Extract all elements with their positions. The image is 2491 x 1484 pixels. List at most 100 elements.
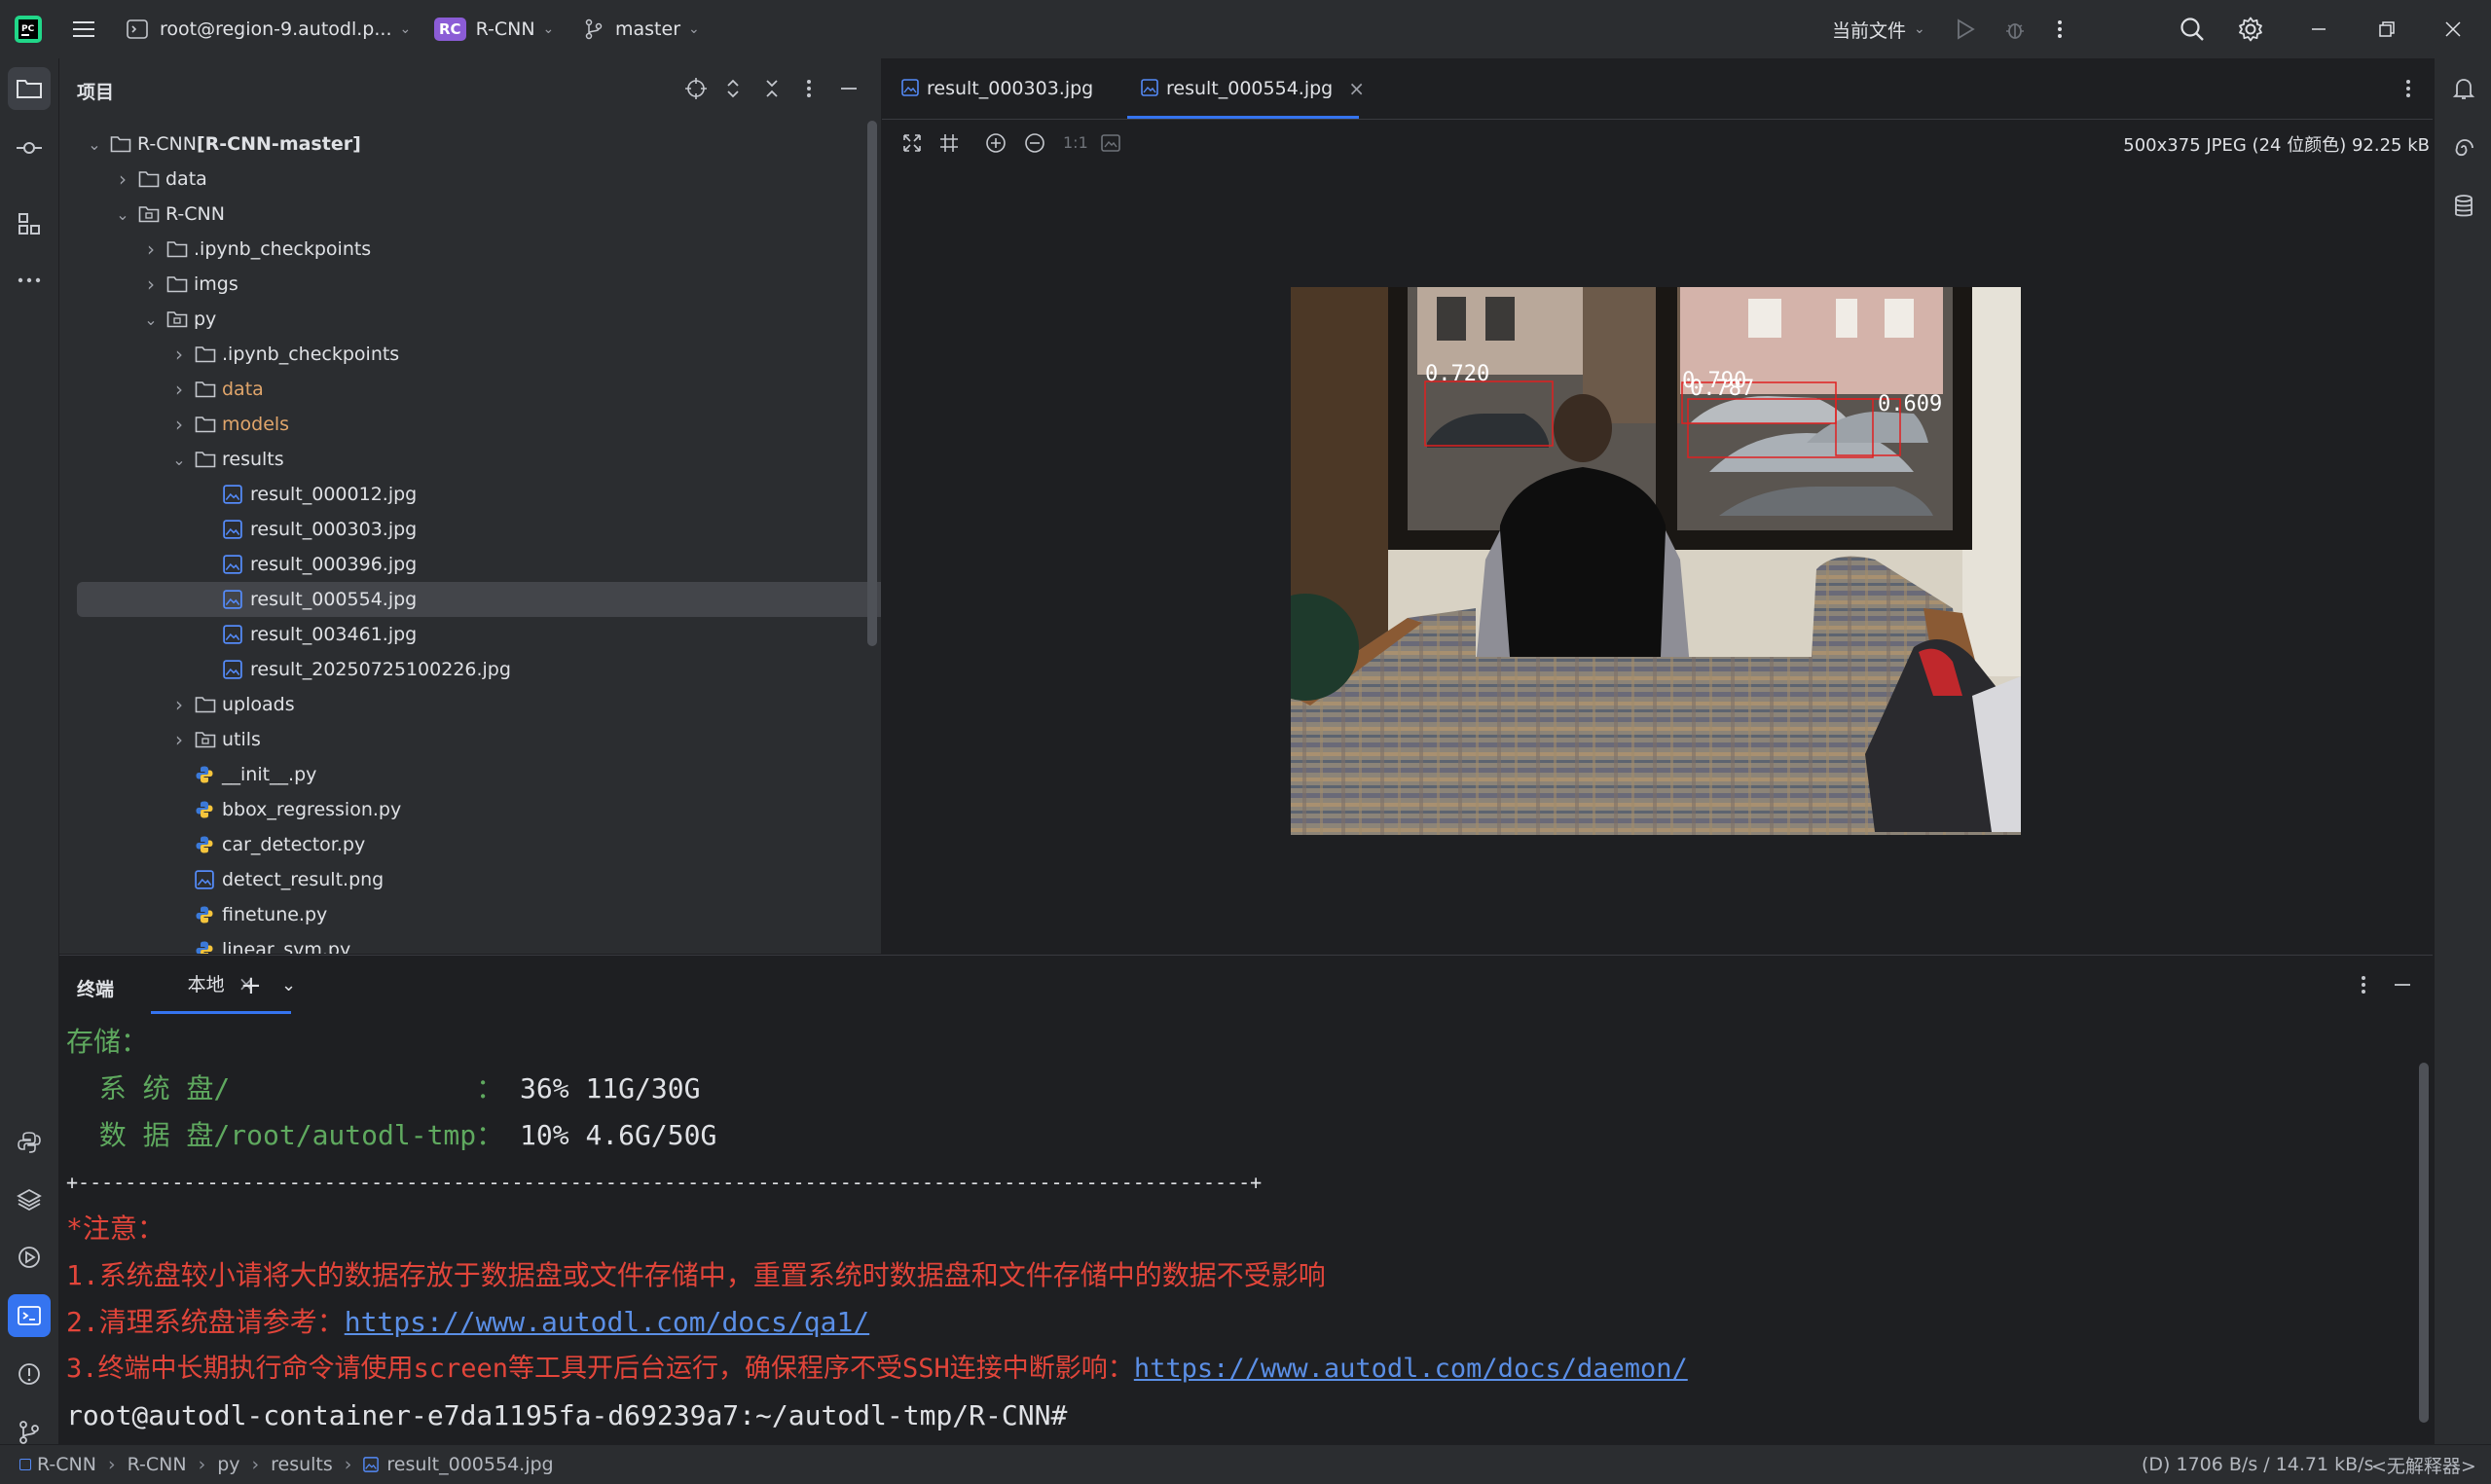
chevron-down-icon[interactable]: ⌄ — [141, 309, 161, 329]
tree-item[interactable]: linear_svm.py — [77, 932, 881, 954]
more-actions-icon[interactable] — [2056, 0, 2064, 58]
breadcrumb-item[interactable]: result_000554.jpg — [386, 1454, 553, 1475]
tree-item[interactable]: › .ipynb_checkpoints — [77, 232, 881, 267]
tree-item[interactable]: › data — [77, 162, 881, 197]
tree-item[interactable]: › uploads — [77, 687, 881, 722]
terminal-line: 存储： — [66, 1026, 149, 1058]
folder-icon — [110, 134, 131, 154]
tree-item[interactable]: ⌄ R-CNN [R-CNN-master] — [77, 127, 881, 162]
more-tools-icon[interactable] — [8, 259, 51, 302]
breadcrumb-item[interactable]: results — [271, 1454, 333, 1475]
tab-result-000303[interactable]: result_000303.jpg — [901, 58, 1113, 119]
database-icon[interactable] — [2442, 185, 2485, 228]
tab-close-icon[interactable]: × — [1348, 77, 1365, 100]
project-tree-scrollbar[interactable] — [867, 121, 877, 646]
project-tool-folder-icon[interactable] — [8, 67, 51, 110]
tab-result-000554[interactable]: result_000554.jpg × — [1127, 58, 1365, 119]
chevron-right-icon[interactable]: › — [169, 378, 189, 401]
python-console-icon[interactable] — [8, 1121, 51, 1164]
tree-item[interactable]: detect_result.png — [77, 862, 881, 897]
terminal-tool-icon[interactable] — [8, 1294, 51, 1337]
ai-assistant-spiral-icon[interactable] — [2442, 127, 2485, 169]
breadcrumb-item[interactable]: R-CNN — [37, 1454, 96, 1475]
background-toggle-icon[interactable] — [1100, 132, 1121, 154]
commit-tool-icon[interactable] — [8, 127, 51, 169]
breadcrumb-item[interactable]: py — [217, 1454, 239, 1475]
python-packages-layers-icon[interactable] — [8, 1178, 51, 1221]
new-terminal-plus-icon[interactable]: + — [240, 971, 262, 1000]
tree-item-label: data — [222, 379, 264, 400]
options-menu-icon[interactable] — [805, 77, 813, 100]
chevron-down-icon[interactable]: ⌄ — [85, 134, 104, 154]
close-window-icon[interactable] — [2443, 0, 2463, 58]
tree-item[interactable]: ⌄ py — [77, 302, 881, 337]
tree-item[interactable]: __init__.py — [77, 757, 881, 792]
chevron-right-icon[interactable]: › — [169, 343, 189, 366]
tree-item[interactable]: bbox_regression.py — [77, 792, 881, 827]
tree-item[interactable]: result_20250725100226.jpg — [77, 652, 881, 687]
zoom-out-icon[interactable] — [1024, 132, 1045, 154]
locate-file-crosshair-icon[interactable] — [684, 77, 708, 100]
restore-window-icon[interactable] — [2377, 0, 2397, 58]
hide-panel-icon[interactable] — [2392, 973, 2413, 996]
grid-toggle-icon[interactable] — [938, 132, 960, 154]
chevron-right-icon[interactable]: › — [169, 413, 189, 436]
collapse-all-icon[interactable] — [762, 77, 782, 100]
tree-item[interactable]: › data — [77, 372, 881, 407]
tree-item[interactable]: result_000303.jpg — [77, 512, 881, 547]
editor-area: result_000303.jpg result_000554.jpg × 1:… — [882, 58, 2433, 954]
tree-item[interactable]: › .ipynb_checkpoints — [77, 337, 881, 372]
chevron-down-icon[interactable]: ⌄ — [169, 450, 189, 469]
terminal-scrollbar[interactable] — [2419, 1063, 2429, 1423]
qa-docs-link[interactable]: https://www.autodl.com/docs/qa1/ — [345, 1306, 869, 1338]
tree-item[interactable]: ⌄ R-CNN — [77, 197, 881, 232]
vcs-branch-selector[interactable]: master ⌄ — [584, 0, 700, 58]
tab-options-menu-icon[interactable] — [2404, 77, 2412, 100]
problems-icon[interactable] — [8, 1353, 51, 1395]
settings-gear-icon[interactable] — [2237, 0, 2264, 58]
actual-size-button[interactable]: 1:1 — [1063, 133, 1088, 152]
fit-to-window-icon[interactable] — [901, 132, 923, 154]
tree-item[interactable]: › models — [77, 407, 881, 442]
tree-item[interactable]: car_detector.py — [77, 827, 881, 862]
main-menu-icon[interactable] — [70, 0, 97, 58]
remote-host-label: root@region-9.autodl.p... — [160, 18, 392, 40]
run-icon[interactable] — [1955, 0, 1976, 58]
app-logo-icon[interactable]: PC — [14, 0, 43, 58]
structure-tool-icon[interactable] — [8, 202, 51, 245]
chevron-right-icon[interactable]: › — [141, 237, 161, 261]
expand-all-icon[interactable] — [723, 77, 743, 100]
services-run-icon[interactable] — [8, 1236, 51, 1279]
project-selector[interactable]: RC R-CNN ⌄ — [434, 0, 554, 58]
daemon-docs-link[interactable]: https://www.autodl.com/docs/daemon/ — [1134, 1354, 1688, 1384]
debug-icon[interactable] — [2003, 0, 2027, 58]
chevron-right-icon[interactable]: › — [113, 167, 132, 191]
remote-host-selector[interactable]: root@region-9.autodl.p... ⌄ — [127, 0, 411, 58]
tree-item[interactable]: result_000554.jpg — [77, 582, 881, 617]
run-config-selector[interactable]: 当前文件 ⌄ — [1832, 0, 1925, 58]
chevron-right-icon[interactable]: › — [141, 272, 161, 296]
zoom-in-icon[interactable] — [985, 132, 1007, 154]
notifications-bell-icon[interactable] — [2442, 67, 2485, 110]
tree-item[interactable]: result_000396.jpg — [77, 547, 881, 582]
interpreter-selector[interactable]: <无解释器> — [2371, 1445, 2476, 1484]
terminal-options-menu-icon[interactable] — [2360, 973, 2367, 996]
tree-item[interactable]: › imgs — [77, 267, 881, 302]
tree-item-label: bbox_regression.py — [222, 799, 402, 820]
search-icon[interactable] — [2179, 0, 2206, 58]
terminal-tab-local[interactable]: 本地 × — [151, 956, 291, 1014]
tree-item[interactable]: finetune.py — [77, 897, 881, 932]
breadcrumb-item[interactable]: R-CNN — [128, 1454, 187, 1475]
tree-item[interactable]: result_000012.jpg — [77, 477, 881, 512]
hide-panel-icon[interactable] — [838, 77, 860, 100]
tree-item[interactable]: result_003461.jpg — [77, 617, 881, 652]
chevron-down-icon[interactable]: ⌄ — [281, 975, 296, 995]
minimize-window-icon[interactable] — [2309, 0, 2328, 58]
chevron-right-icon[interactable]: › — [169, 693, 189, 716]
tree-item[interactable]: › utils — [77, 722, 881, 757]
chevron-down-icon[interactable]: ⌄ — [113, 204, 132, 224]
chevron-right-icon[interactable]: › — [169, 728, 189, 751]
tree-item[interactable]: ⌄ results — [77, 442, 881, 477]
